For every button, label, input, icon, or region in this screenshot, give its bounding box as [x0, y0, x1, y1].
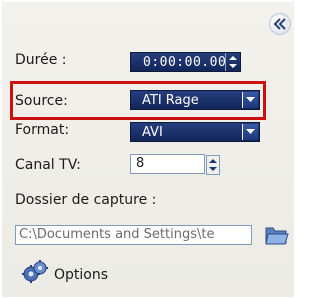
folder-icon	[265, 227, 289, 245]
duration-value: 0:00:00.00	[143, 55, 227, 70]
tv-channel-value: 8	[136, 156, 145, 171]
format-value: AVI	[142, 125, 163, 140]
format-dropdown[interactable]: AVI	[130, 122, 260, 142]
capture-folder-label: Dossier de capture :	[15, 192, 157, 208]
capture-panel: Durée : 0:00:00.00 Source: ATI Rage Form…	[2, 2, 294, 297]
spinner-arrows-icon	[209, 159, 217, 171]
source-dropdown-button[interactable]	[242, 92, 258, 108]
chevron-down-icon	[246, 97, 255, 102]
source-label: Source:	[15, 93, 68, 109]
format-dropdown-button[interactable]	[242, 124, 258, 140]
capture-folder-value: C:\Documents and Settings\te	[19, 227, 215, 242]
source-value: ATI Rage	[142, 93, 199, 108]
collapse-button[interactable]	[269, 13, 291, 35]
tv-channel-label: Canal TV:	[15, 157, 81, 173]
capture-folder-input[interactable]: C:\Documents and Settings\te	[15, 225, 252, 245]
options-label[interactable]: Options	[54, 267, 108, 283]
spinner-arrows-icon	[229, 56, 237, 68]
duration-spinner[interactable]	[225, 53, 240, 71]
browse-folder-button[interactable]	[265, 224, 289, 250]
source-dropdown[interactable]: ATI Rage	[130, 90, 260, 110]
duration-label: Durée :	[15, 52, 67, 68]
tv-channel-input[interactable]: 8	[130, 154, 220, 175]
chevron-down-icon	[246, 129, 255, 134]
gears-icon	[22, 260, 48, 283]
duration-field[interactable]: 0:00:00.00	[130, 52, 241, 72]
double-chevron-left-icon	[273, 18, 286, 30]
tv-channel-spinner[interactable]	[206, 155, 220, 175]
options-button[interactable]	[22, 260, 48, 288]
format-label: Format:	[15, 122, 70, 138]
